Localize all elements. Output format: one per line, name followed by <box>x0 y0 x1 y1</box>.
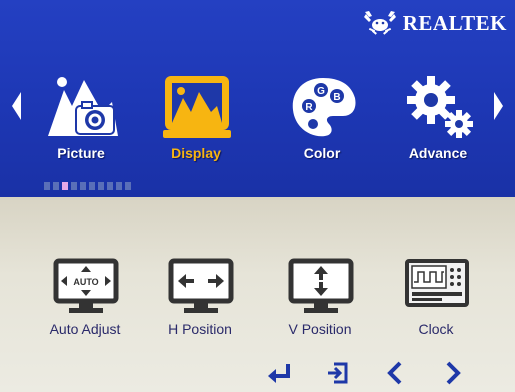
exit-button[interactable] <box>308 358 366 388</box>
page-dot-active <box>62 182 68 190</box>
page-dot <box>116 182 122 190</box>
menu-item-picture[interactable]: Picture <box>36 72 126 168</box>
brand-name: REALTEK <box>402 10 507 35</box>
menu-prev-arrow-icon[interactable] <box>12 92 21 120</box>
menu-item-color[interactable]: B G R Color <box>277 72 367 168</box>
brand: REALTEK <box>363 8 507 38</box>
page-dot <box>80 182 86 190</box>
picture-icon <box>48 77 118 136</box>
exit-icon <box>328 362 348 384</box>
submenu-label-h-position: H Position <box>168 321 232 337</box>
h-position-icon <box>168 258 234 313</box>
svg-text:G: G <box>317 86 325 97</box>
menu-label-picture: Picture <box>57 145 105 161</box>
menu-item-display[interactable]: Display <box>151 72 241 168</box>
enter-icon <box>268 364 290 383</box>
page-dot <box>107 182 113 190</box>
right-button[interactable] <box>424 358 482 388</box>
page-indicator <box>44 182 131 190</box>
page-dot <box>44 182 50 190</box>
menu-label-advance: Advance <box>408 145 468 161</box>
page-dot <box>89 182 95 190</box>
submenu-item-auto-adjust[interactable]: AUTO Auto Adjust <box>33 258 137 342</box>
menu-next-arrow-icon[interactable] <box>494 92 503 120</box>
submenu-label-auto-adjust: Auto Adjust <box>49 321 121 337</box>
menu-label-display: Display <box>171 145 221 161</box>
gears-icon <box>407 76 473 138</box>
submenu-item-v-position[interactable]: V Position <box>268 258 372 342</box>
menu-label-color: Color <box>303 145 341 161</box>
submenu-label-v-position: V Position <box>288 321 352 337</box>
auto-adjust-icon: AUTO <box>53 258 119 313</box>
clock-icon <box>405 259 469 307</box>
submenu-label-clock: Clock <box>418 321 454 337</box>
enter-button[interactable] <box>250 358 308 388</box>
page-dot <box>71 182 77 190</box>
page-dot <box>125 182 131 190</box>
svg-text:R: R <box>305 102 313 113</box>
chevron-right-icon <box>446 361 461 385</box>
page-dot <box>53 182 59 190</box>
osd-menu: REALTEK Picture Display B G R Color Adva… <box>0 0 515 392</box>
crab-logo-icon <box>363 11 396 35</box>
svg-text:B: B <box>333 92 340 103</box>
auto-badge: AUTO <box>73 277 98 287</box>
nav-button-bar <box>250 358 482 388</box>
submenu-item-h-position[interactable]: H Position <box>148 258 252 342</box>
submenu-item-clock[interactable]: Clock <box>384 258 488 342</box>
palette-icon: B G R <box>292 78 356 137</box>
menu-item-advance[interactable]: Advance <box>393 72 483 168</box>
page-dot <box>98 182 104 190</box>
chevron-left-icon <box>387 361 402 385</box>
main-menu-panel: REALTEK Picture Display B G R Color Adva… <box>0 0 515 197</box>
left-button[interactable] <box>366 358 424 388</box>
display-icon <box>163 76 231 138</box>
v-position-icon <box>288 258 354 313</box>
